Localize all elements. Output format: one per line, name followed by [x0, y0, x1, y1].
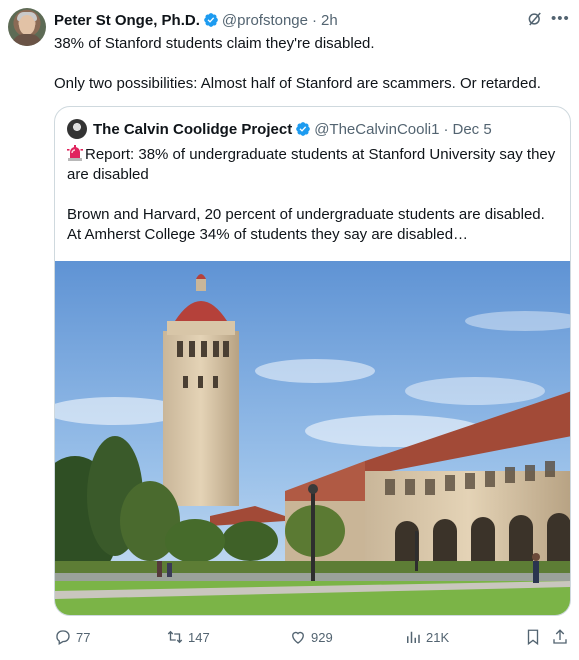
bookmark-icon [527, 629, 539, 646]
share-button[interactable] [551, 628, 573, 646]
quoted-text-para: Brown and Harvard, 20 percent of undergr… [67, 206, 545, 243]
reply-button[interactable]: 77 [54, 628, 90, 646]
views-chart-icon [407, 631, 420, 643]
like-count: 929 [311, 629, 333, 645]
quoted-post-timestamp: Dec 5 [452, 120, 492, 138]
tweet-post: Peter St Onge, Ph.D. @profstonge · 2h ••… [0, 0, 579, 660]
quoted-author-display-name: The Calvin Coolidge Project [93, 120, 293, 138]
share-icon [553, 629, 567, 644]
header-separator: · [312, 11, 317, 29]
post-body: 38% of Stanford students claim they're d… [54, 34, 569, 94]
post-text-line: 38% of Stanford students claim they're d… [54, 35, 375, 52]
bookmark-button[interactable] [524, 628, 546, 646]
repost-button[interactable]: 147 [166, 628, 210, 646]
quoted-author-handle: @TheCalvinCooli1 [314, 120, 440, 138]
more-options-icon[interactable]: ••• [551, 11, 569, 26]
post-timestamp[interactable]: 2h [321, 12, 338, 29]
views-button[interactable]: 21K [404, 628, 449, 646]
stanford-campus-photo[interactable] [55, 261, 571, 616]
verified-badge-icon [204, 13, 218, 27]
post-header: Peter St Onge, Ph.D. @profstonge · 2h [54, 10, 338, 30]
like-button[interactable]: 929 [289, 628, 333, 646]
police-siren-icon [67, 145, 83, 161]
quoted-post-header: The Calvin Coolidge Project @TheCalvinCo… [67, 119, 492, 139]
repost-count: 147 [188, 629, 210, 645]
reply-icon [56, 630, 70, 645]
quoted-post-body: Report: 38% of undergraduate students at… [67, 145, 559, 245]
author-handle[interactable]: @profstonge [222, 12, 308, 29]
reply-count: 77 [76, 629, 91, 645]
post-text-line: Only two possibilities: Almost half of S… [54, 75, 541, 92]
author-avatar[interactable] [8, 8, 46, 46]
quoted-post[interactable]: The Calvin Coolidge Project @TheCalvinCo… [54, 106, 571, 616]
quoted-header-separator: · [443, 120, 449, 138]
quoted-author-avatar [67, 119, 87, 139]
repost-icon [167, 630, 183, 644]
action-bar: 77 147 929 21K [54, 628, 569, 648]
quoted-text-para: Report: 38% of undergraduate students at… [67, 146, 556, 183]
verified-badge-icon [296, 122, 311, 136]
views-count: 21K [426, 629, 450, 645]
grok-icon[interactable] [526, 10, 544, 28]
heart-icon [292, 631, 304, 644]
author-display-name[interactable]: Peter St Onge, Ph.D. [54, 12, 200, 29]
